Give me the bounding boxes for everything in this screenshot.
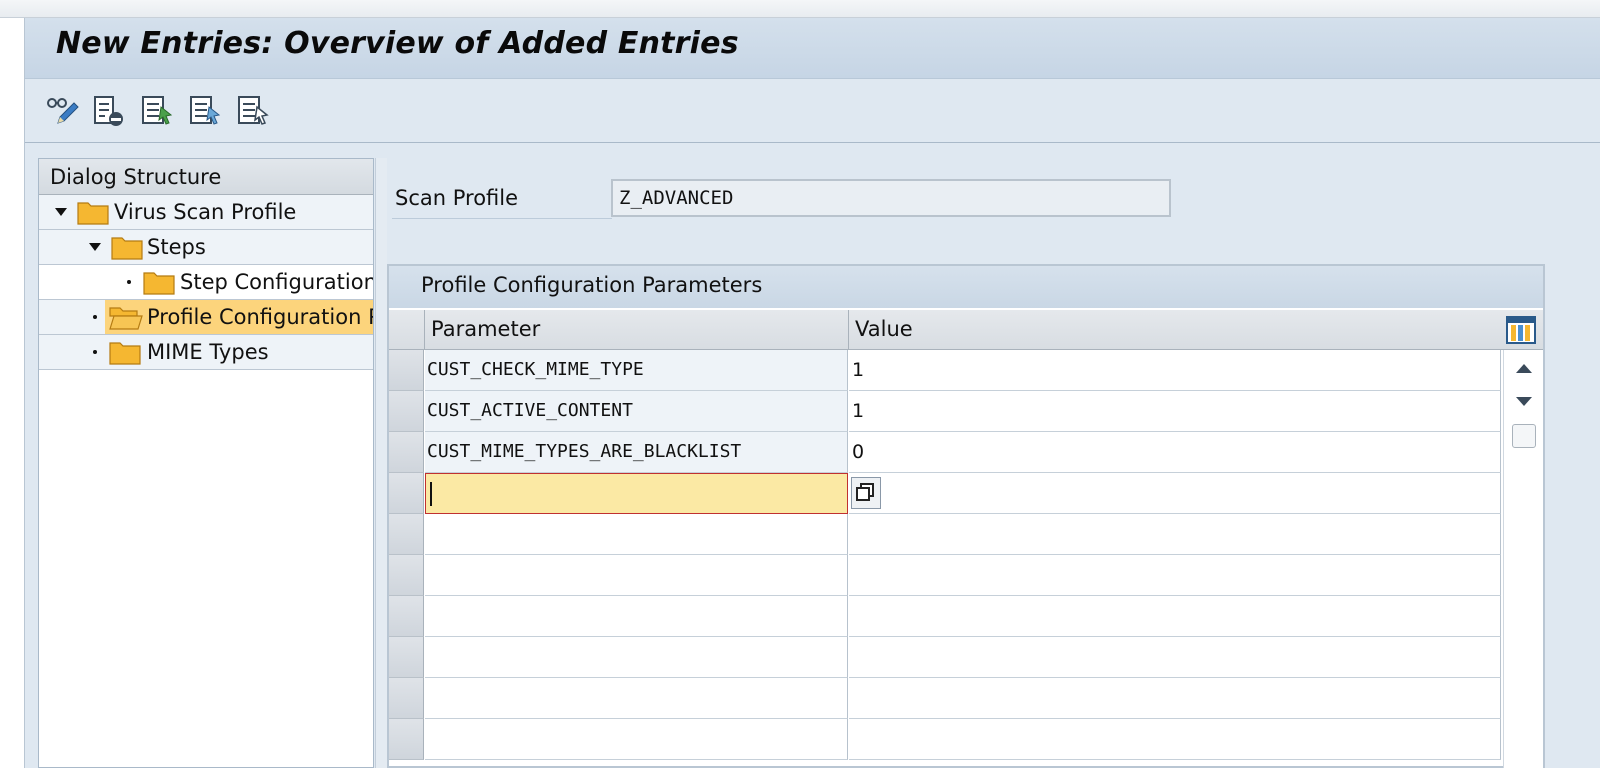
content-area: Dialog Structure Virus Scan Profile Step… (25, 144, 1600, 768)
scroll-down-icon[interactable] (1515, 396, 1533, 408)
expand-arrow-icon[interactable] (89, 243, 101, 251)
tree-item-label: MIME Types (147, 340, 269, 364)
parameter-cell[interactable] (425, 637, 848, 678)
parameter-cell[interactable] (425, 514, 848, 555)
value-help-icon (856, 483, 874, 501)
parameter-cell[interactable] (425, 473, 848, 514)
select-all-button[interactable] (138, 92, 176, 130)
folder-icon (109, 342, 141, 365)
select-block-icon (190, 96, 221, 125)
row-selector[interactable] (389, 391, 424, 432)
vertical-scrollbar[interactable] (1503, 350, 1543, 768)
value-cell[interactable]: 0 (849, 432, 1501, 473)
tree-item-label: Virus Scan Profile (114, 200, 297, 224)
value-cell[interactable] (849, 637, 1501, 678)
delete-button[interactable] (90, 92, 128, 130)
tree-item-mime-types[interactable]: MIME Types (39, 335, 373, 370)
top-strip (0, 0, 1600, 18)
dialog-structure-header: Dialog Structure (39, 159, 373, 195)
value-cell[interactable] (849, 596, 1501, 637)
value-cell[interactable] (849, 514, 1501, 555)
parameters-table: Profile Configuration Parameters Paramet… (387, 264, 1545, 768)
expand-arrow-icon[interactable] (55, 208, 67, 216)
change-display-button[interactable] (43, 92, 81, 130)
tree-item-step-configuration[interactable]: Step Configuration (39, 265, 373, 300)
glasses-pencil-icon (47, 98, 79, 124)
column-settings-icon (1506, 316, 1536, 344)
parameter-cell[interactable] (425, 678, 848, 719)
parameter-cell[interactable]: CUST_CHECK_MIME_TYPE (425, 350, 848, 391)
column-header-parameter[interactable]: Parameter (425, 310, 849, 350)
value-cell[interactable] (849, 678, 1501, 719)
value-cell[interactable]: 1 (849, 350, 1501, 391)
row-selector[interactable] (389, 719, 424, 760)
sap-window: New Entries: Overview of Added Entries D… (24, 18, 1600, 768)
page-title: New Entries: Overview of Added Entries (56, 26, 739, 61)
row-selector[interactable] (389, 432, 424, 473)
folder-icon (111, 237, 143, 260)
value-cell[interactable] (849, 719, 1501, 760)
row-selector[interactable] (389, 473, 424, 514)
bullet-icon (127, 280, 131, 284)
scan-profile-label: Scan Profile (392, 179, 612, 219)
parameter-cell[interactable]: CUST_MIME_TYPES_ARE_BLACKLIST (425, 432, 848, 473)
folder-icon (143, 272, 175, 295)
row-selector[interactable] (389, 678, 424, 719)
column-header-value[interactable]: Value (849, 310, 1503, 350)
select-all-icon (142, 96, 173, 125)
bullet-icon (93, 350, 97, 354)
dialog-structure-panel: Dialog Structure Virus Scan Profile Step… (38, 158, 374, 768)
row-selector[interactable] (389, 637, 424, 678)
tree-item-label: Steps (147, 235, 206, 259)
title-bar: New Entries: Overview of Added Entries (25, 18, 1600, 79)
parameter-cell[interactable] (425, 596, 848, 637)
select-block-button[interactable] (186, 92, 224, 130)
select-all-rows-button[interactable] (389, 310, 425, 350)
parameter-cell[interactable]: CUST_ACTIVE_CONTENT (425, 391, 848, 432)
parameter-cell[interactable] (425, 719, 848, 760)
tree-item-virus-scan-profile[interactable]: Virus Scan Profile (39, 195, 373, 230)
value-cell[interactable]: 1 (849, 391, 1501, 432)
value-help-button[interactable] (851, 477, 881, 509)
row-selector[interactable] (389, 514, 424, 555)
tree-item-profile-configuration-parameters[interactable]: Profile Configuration Parameters (39, 300, 373, 335)
table-settings-button[interactable] (1506, 316, 1536, 344)
panel-splitter[interactable] (375, 158, 387, 768)
tree-item-steps[interactable]: Steps (39, 230, 373, 265)
deselect-all-icon (238, 96, 269, 125)
row-selector[interactable] (389, 350, 424, 391)
text-cursor (430, 482, 432, 506)
value-cell[interactable] (849, 555, 1501, 596)
scan-profile-field: Z_ADVANCED (611, 179, 1171, 217)
folder-icon (77, 202, 109, 225)
scroll-thumb[interactable] (1512, 424, 1536, 448)
deselect-all-button[interactable] (234, 92, 272, 130)
table-title: Profile Configuration Parameters (389, 266, 1543, 308)
row-selector[interactable] (389, 555, 424, 596)
bullet-icon (93, 315, 97, 319)
scroll-up-icon[interactable] (1515, 362, 1533, 374)
table-header: Parameter Value (389, 310, 1543, 350)
toolbar (25, 80, 1600, 143)
parameter-cell[interactable] (425, 555, 848, 596)
row-selector[interactable] (389, 596, 424, 637)
open-folder-icon (109, 307, 143, 330)
tree-item-label: Profile Configuration Parameters (147, 305, 373, 329)
value-cell[interactable] (849, 473, 1501, 514)
tree-item-label: Step Configuration (180, 270, 373, 294)
delete-row-icon (94, 96, 123, 126)
